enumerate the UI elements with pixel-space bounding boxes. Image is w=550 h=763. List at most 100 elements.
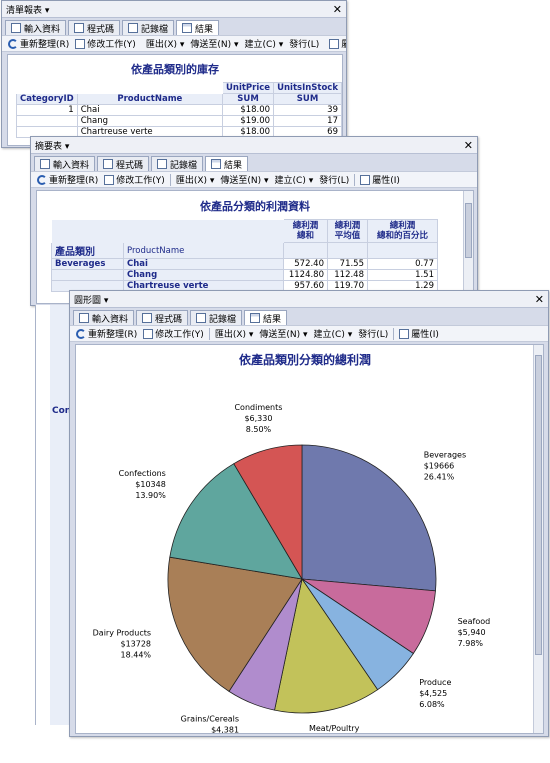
- col-header-unitprice: UnitPrice: [221, 82, 275, 94]
- header-line: 總和: [296, 231, 314, 241]
- export-menu[interactable]: 匯出(X) ▾: [173, 173, 218, 186]
- send-to-menu[interactable]: 傳送至(N) ▾: [256, 327, 310, 340]
- cell: 1.51: [367, 269, 438, 281]
- table-icon: [11, 23, 21, 33]
- slice-label-line: 26.41%: [424, 473, 455, 482]
- slice-label-line: $4,381: [211, 726, 239, 733]
- tab-label: 記錄檔: [209, 314, 237, 325]
- table-row: Beverages Chai 572.40 71.55 0.77: [51, 258, 438, 270]
- vertical-scrollbar[interactable]: [533, 345, 543, 733]
- modify-task-button[interactable]: 修改工作(Y): [101, 173, 168, 186]
- close-icon[interactable]: ✕: [464, 140, 473, 151]
- window-titlebar[interactable]: 摘要表 ▾ ✕: [31, 137, 477, 154]
- slice-label-line: 13.90%: [135, 491, 166, 500]
- tab-log[interactable]: 記錄檔: [190, 310, 243, 325]
- tab-label: 程式碼: [155, 314, 183, 325]
- refresh-button[interactable]: 重新整理(R): [73, 327, 140, 340]
- slice-label-line: Confections: [119, 469, 166, 478]
- modify-task-button[interactable]: 修改工作(Y): [72, 37, 139, 50]
- window-title[interactable]: 清單報表 ▾: [6, 3, 49, 16]
- window-title[interactable]: 摘要表 ▾: [35, 139, 69, 152]
- col-header-categoryid: CategoryID: [16, 93, 78, 105]
- publish-button[interactable]: 發行(L): [316, 173, 352, 186]
- report-pane: 依產品類別的庫存 UnitPrice UnitsInStock CategoryI…: [7, 54, 343, 146]
- tab-input[interactable]: 輸入資料: [73, 310, 135, 325]
- slice-label-line: $13728: [120, 640, 151, 649]
- slice-label-line: Beverages: [424, 451, 466, 460]
- cell: $18.00: [221, 104, 275, 116]
- chart-pane: 依產品類別分類的總利潤 Beverages $19666 26.41% Seafood…: [75, 344, 544, 734]
- window-summary-table: 摘要表 ▾ ✕ 輸入資料 程式碼 記錄檔 結果 重新整理(R) 修改工作(Y) …: [30, 136, 478, 306]
- properties-button[interactable]: 屬性(I): [326, 37, 346, 50]
- modify-label: 修改工作(Y): [116, 176, 165, 186]
- scrollbar-thumb[interactable]: [535, 355, 542, 655]
- refresh-label: 重新整理(R): [49, 176, 99, 186]
- slice-label: Condiments $6,330 8.50%: [234, 403, 282, 434]
- tab-label: 結果: [224, 160, 243, 171]
- scrollbar-thumb[interactable]: [465, 203, 472, 258]
- blank-cell: [51, 219, 124, 243]
- tab-program[interactable]: 程式碼: [97, 156, 150, 171]
- create-menu[interactable]: 建立(C) ▾: [311, 327, 356, 340]
- cell: 1: [16, 104, 78, 116]
- tab-input[interactable]: 輸入資料: [5, 20, 67, 35]
- cell: Chai: [76, 104, 224, 116]
- tab-input[interactable]: 輸入資料: [34, 156, 96, 171]
- cell: 39: [273, 104, 342, 116]
- col-header-profit-pct: 總利潤 總和的百分比: [367, 219, 438, 243]
- tab-program[interactable]: 程式碼: [68, 20, 121, 35]
- blank-cell: [327, 242, 368, 259]
- window-title[interactable]: 圓形圖 ▾: [74, 293, 108, 306]
- tab-result[interactable]: 結果: [176, 20, 220, 35]
- properties-button[interactable]: 屬性(I): [396, 327, 442, 340]
- edit-icon: [75, 38, 86, 49]
- create-menu[interactable]: 建立(C) ▾: [272, 173, 317, 186]
- col-header-profit-mean: 總利潤 平均值: [327, 219, 368, 243]
- slice-label-line: $5,940: [458, 628, 486, 637]
- send-to-menu[interactable]: 傳送至(N) ▾: [217, 173, 271, 186]
- properties-label: 屬性(I): [372, 176, 400, 186]
- tab-label: 程式碼: [116, 160, 144, 171]
- tab-result[interactable]: 結果: [244, 310, 288, 325]
- table-icon: [79, 313, 89, 323]
- create-menu[interactable]: 建立(C) ▾: [242, 37, 287, 50]
- col-header-sum: SUM: [273, 93, 342, 105]
- tab-result[interactable]: 結果: [205, 156, 249, 171]
- refresh-button[interactable]: 重新整理(R): [34, 173, 101, 186]
- blank-cell: [17, 83, 78, 94]
- slice-label-line: Produce: [419, 678, 451, 687]
- modify-task-button[interactable]: 修改工作(Y): [140, 327, 207, 340]
- slice-label-line: Condiments: [234, 403, 282, 412]
- slice-label: Grains/Cereals$4,3815.88%: [181, 715, 240, 733]
- category-cell: Beverages: [51, 258, 124, 270]
- publish-button[interactable]: 發行(L): [355, 327, 391, 340]
- window-titlebar[interactable]: 圓形圖 ▾ ✕: [70, 291, 548, 308]
- slice-label-line: Seafood: [458, 617, 491, 626]
- tab-program[interactable]: 程式碼: [136, 310, 189, 325]
- export-menu[interactable]: 匯出(X) ▾: [143, 37, 188, 50]
- cell: 1124.80: [283, 269, 328, 281]
- log-icon: [196, 313, 207, 323]
- tab-log[interactable]: 記錄檔: [122, 20, 175, 35]
- profit-table: 總利潤 總和 總利潤 平均值 總利潤 總和的百分比 產品類別 ProductName B…: [51, 219, 438, 292]
- tab-label: 記錄檔: [141, 24, 169, 35]
- properties-button[interactable]: 屬性(I): [357, 173, 403, 186]
- window-list-report: 清單報表 ▾ ✕ 輸入資料 程式碼 記錄檔 結果 重新整理(R) 修改工作(Y)…: [1, 0, 347, 148]
- tab-bar: 輸入資料 程式碼 記錄檔 結果: [31, 154, 477, 171]
- export-menu[interactable]: 匯出(X) ▾: [212, 327, 257, 340]
- vertical-scrollbar[interactable]: [463, 191, 473, 303]
- send-to-menu[interactable]: 傳送至(N) ▾: [187, 37, 241, 50]
- tab-log[interactable]: 記錄檔: [151, 156, 204, 171]
- tab-label: 輸入資料: [24, 24, 61, 35]
- close-icon[interactable]: ✕: [535, 294, 544, 305]
- refresh-button[interactable]: 重新整理(R): [5, 37, 72, 50]
- window-titlebar[interactable]: 清單報表 ▾ ✕: [2, 1, 346, 18]
- cell: 17: [273, 115, 342, 127]
- slice-label: Produce $4,525 6.08%: [419, 678, 451, 709]
- slice-label-line: $4,525: [419, 689, 447, 698]
- close-icon[interactable]: ✕: [333, 4, 342, 15]
- properties-label: 屬性(I): [411, 330, 439, 340]
- publish-button[interactable]: 發行(L): [286, 37, 322, 50]
- slice-label-line: $6,330: [244, 414, 272, 423]
- tab-label: 程式碼: [87, 24, 115, 35]
